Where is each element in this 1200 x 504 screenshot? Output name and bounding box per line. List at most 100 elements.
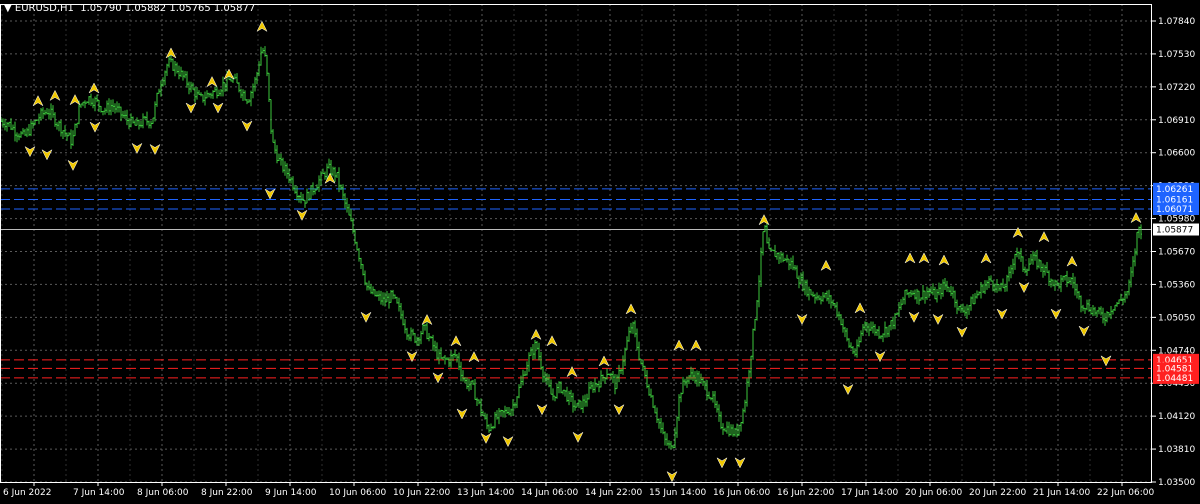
ohlc-bar (698, 371, 700, 387)
ohlc-bar (112, 99, 114, 113)
ohlc-bar (318, 175, 320, 192)
ohlc-bar (1108, 312, 1110, 318)
fractal-down-marker (1078, 325, 1090, 337)
ohlc-bar (172, 58, 174, 71)
y-tick-label: 1.05670 (1158, 247, 1195, 257)
ohlc-bar (754, 318, 756, 331)
x-tick-label: 15 Jun 14:00 (649, 488, 706, 498)
ohlc-bar (274, 139, 276, 154)
ohlc-bar (1092, 304, 1094, 317)
ohlc-bar (184, 70, 186, 79)
ohlc-bar (646, 370, 648, 389)
ohlc-bar (502, 410, 504, 418)
ohlc-bar (778, 252, 780, 265)
ohlc-bar (1042, 263, 1044, 278)
fractal-up-marker (625, 303, 637, 315)
symbol-timeframe: EURUSD,H1 (14, 3, 74, 14)
ohlc-readout: 1.05790 1.05882 1.05765 1.05877 (80, 3, 256, 14)
menu-chevron-icon[interactable]: ▼ (4, 3, 12, 14)
ohlc-bar (878, 326, 880, 340)
ohlc-bar (1140, 224, 1142, 240)
ohlc-bar (1034, 251, 1036, 261)
ohlc-bar (1128, 279, 1130, 296)
ohlc-bar (24, 128, 26, 136)
ohlc-bar (218, 89, 220, 97)
ohlc-bar (954, 290, 956, 308)
ohlc-bar (688, 375, 690, 385)
ohlc-bar (818, 294, 820, 301)
y-tick-label: 1.07220 (1158, 83, 1195, 93)
ohlc-bar (154, 101, 156, 122)
ohlc-bar (1080, 295, 1082, 313)
ohlc-bar (998, 284, 1000, 292)
ohlc-bar (272, 129, 274, 143)
y-tick-label: 1.07840 (1158, 17, 1195, 27)
x-tick-label: 7 Jun 14:00 (73, 488, 125, 498)
ohlc-bar (196, 87, 198, 100)
ohlc-bar (556, 383, 558, 399)
support-price-tag-label: 1.04481 (1156, 374, 1193, 384)
ohlc-bar (926, 286, 928, 300)
ohlc-bar (292, 176, 294, 191)
x-tick-label: 14 Jun 06:00 (521, 488, 578, 498)
x-tick-label: 13 Jun 14:00 (457, 488, 514, 498)
fractal-down-marker (360, 311, 372, 323)
ohlc-bar (1032, 250, 1034, 265)
ohlc-bar (856, 339, 858, 358)
ohlc-bar (924, 290, 926, 304)
fractal-up-marker (1038, 231, 1050, 243)
ohlc-bar (20, 131, 22, 138)
ohlc-bar (970, 296, 972, 311)
ohlc-bar (718, 404, 720, 422)
ohlc-bar (892, 316, 894, 330)
ohlc-bar (14, 121, 16, 142)
ohlc-bar (708, 391, 710, 399)
ohlc-bar (950, 285, 952, 296)
ohlc-bar (658, 418, 660, 429)
chart-canvas[interactable]: 1.07840 1.07530 1.07220 1.06910 1.06600 1.062… (0, 0, 1200, 500)
ohlc-bar (610, 372, 612, 380)
ohlc-bar (174, 60, 176, 77)
ohlc-bar (790, 257, 792, 270)
ohlc-bar (18, 133, 20, 141)
ohlc-bar (614, 374, 616, 395)
ohlc-bar (100, 105, 102, 113)
ohlc-bar (972, 294, 974, 305)
ohlc-bar (648, 384, 650, 396)
ohlc-bar (678, 394, 680, 422)
grid (0, 4, 1152, 483)
ohlc-bar (492, 425, 494, 430)
ohlc-bar (300, 191, 302, 204)
ohlc-bar (696, 370, 698, 387)
ohlc-bar (460, 361, 462, 382)
fractal-down-marker (241, 120, 253, 132)
ohlc-bar (4, 118, 6, 131)
ohlc-bar (1006, 274, 1008, 292)
price-chart[interactable]: 1.07840 1.07530 1.07220 1.06910 1.06600 1.062… (0, 0, 1200, 500)
y-tick-label: 1.03500 (1158, 478, 1195, 488)
x-tick-label: 10 Jun 06:00 (329, 488, 386, 498)
ohlc-bar (670, 440, 672, 450)
fractal-up-marker (820, 259, 832, 272)
ohlc-bar (1014, 253, 1016, 270)
ohlc-bar (916, 288, 918, 304)
ohlc-bar (180, 66, 182, 78)
ohlc-bar (402, 310, 404, 326)
ohlc-bar (380, 290, 382, 305)
ohlc-bar (342, 184, 344, 201)
ohlc-bar (600, 370, 602, 388)
ohlc-bar (934, 286, 936, 300)
ohlc-bar (198, 90, 200, 95)
ohlc-bar (494, 411, 496, 429)
ohlc-bar (242, 89, 244, 102)
ohlc-bar (490, 423, 492, 432)
ohlc-bar (214, 86, 216, 93)
ohlc-bar (554, 395, 556, 402)
ohlc-bar (1070, 276, 1072, 285)
ohlc-bar (478, 399, 480, 405)
ohlc-bar (354, 229, 356, 245)
ohlc-bar (570, 389, 572, 403)
y-tick-label: 1.04120 (1158, 412, 1195, 422)
ohlc-bar (814, 293, 816, 304)
ohlc-bar (12, 124, 14, 131)
